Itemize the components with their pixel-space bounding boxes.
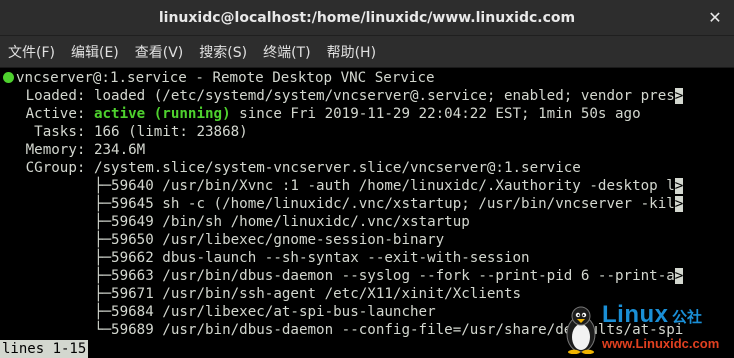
menu-file[interactable]: 文件(F) bbox=[8, 42, 55, 62]
tasks-line: Tasks: 166 (limit: 23868) bbox=[0, 124, 248, 140]
active-line: Active: active (running) since Fri 2019-… bbox=[0, 105, 734, 123]
menu-bar: 文件(F) 编辑(E) 查看(V) 搜索(S) 终端(T) 帮助(H) bbox=[0, 36, 734, 68]
process-line: ├─59663 /usr/bin/dbus-daemon --syslog --… bbox=[0, 267, 734, 285]
status-dot-icon bbox=[3, 72, 14, 83]
service-text: vncserver@:1.service - Remote Desktop VN… bbox=[16, 70, 435, 86]
active-label: Active: bbox=[0, 106, 94, 122]
cgroup-line: CGroup: /system.slice/system-vncserver.s… bbox=[0, 160, 581, 176]
watermark-url: www.Linuxidc.com bbox=[602, 336, 720, 351]
process-line: ├─59649 /bin/sh /home/linuxidc/.vnc/xsta… bbox=[0, 214, 470, 230]
menu-search[interactable]: 搜索(S) bbox=[199, 42, 247, 62]
process-text: ├─59645 sh -c (/home/linuxidc/.vnc/xstar… bbox=[0, 196, 675, 212]
loaded-line: Loaded: loaded (/etc/systemd/system/vncs… bbox=[0, 87, 734, 105]
title-bar: linuxidc@localhost:/home/linuxidc/www.li… bbox=[0, 0, 734, 36]
menu-terminal[interactable]: 终端(T) bbox=[263, 42, 310, 62]
menu-help[interactable]: 帮助(H) bbox=[327, 42, 376, 62]
process-text: ├─59640 /usr/bin/Xvnc :1 -auth /home/lin… bbox=[0, 178, 675, 194]
menu-edit[interactable]: 编辑(E) bbox=[71, 42, 119, 62]
process-text: ├─59663 /usr/bin/dbus-daemon --syslog --… bbox=[0, 268, 675, 284]
watermark-logo: Linux 公社 www.Linuxidc.com bbox=[562, 301, 730, 356]
memory-line: Memory: 234.6M bbox=[0, 142, 146, 158]
menu-view[interactable]: 查看(V) bbox=[135, 42, 184, 62]
active-since: since Fri 2019-11-29 22:04:22 EST; 1min … bbox=[230, 106, 641, 122]
process-line: ├─59645 sh -c (/home/linuxidc/.vnc/xstar… bbox=[0, 195, 734, 213]
active-state: active (running) bbox=[93, 106, 231, 122]
process-line: ├─59640 /usr/bin/Xvnc :1 -auth /home/lin… bbox=[0, 177, 734, 195]
pager-status: lines 1-15 bbox=[0, 340, 89, 358]
truncation-marker: > bbox=[674, 268, 684, 284]
truncation-marker: > bbox=[674, 178, 684, 194]
watermark-brand-cn: 公社 bbox=[672, 308, 703, 326]
close-icon[interactable]: ✕ bbox=[706, 9, 724, 27]
truncation-marker: > bbox=[674, 196, 684, 212]
terminal-output[interactable]: vncserver@:1.service - Remote Desktop VN… bbox=[0, 68, 734, 358]
watermark-brand: Linux bbox=[602, 301, 669, 328]
truncation-marker: > bbox=[674, 88, 684, 104]
window-title: linuxidc@localhost:/home/linuxidc/www.li… bbox=[158, 9, 576, 26]
loaded-text: Loaded: loaded (/etc/systemd/system/vncs… bbox=[0, 88, 675, 104]
process-line: ├─59650 /usr/libexec/gnome-session-binar… bbox=[0, 232, 445, 248]
penguin-icon bbox=[566, 306, 596, 354]
process-line: ├─59662 dbus-launch --sh-syntax --exit-w… bbox=[0, 250, 530, 266]
service-line: vncserver@:1.service - Remote Desktop VN… bbox=[0, 69, 734, 87]
